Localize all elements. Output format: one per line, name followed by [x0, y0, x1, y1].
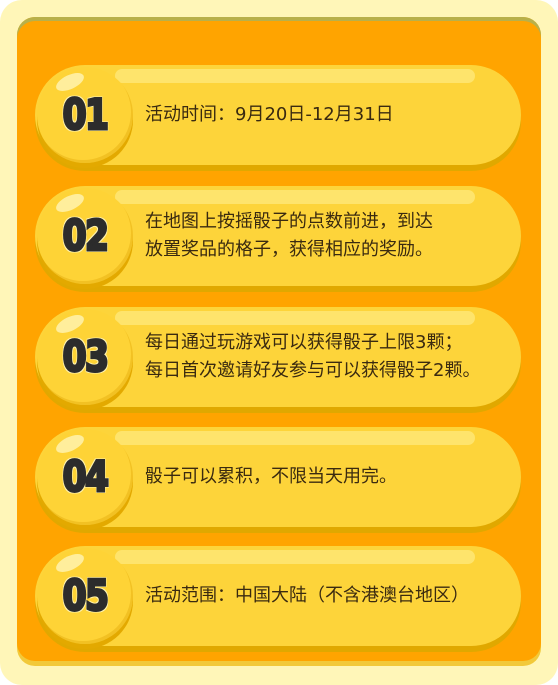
rule-text-line: 活动时间：9月20日-12月31日	[145, 104, 394, 125]
rule-number-badge: 02	[37, 188, 133, 284]
rule-number: 05	[61, 570, 110, 622]
rule-text: 每日通过玩游戏可以获得骰子上限3颗； 每日首次邀请好友参与可以获得骰子2颗。	[145, 307, 515, 407]
rule-item-03: 03 每日通过玩游戏可以获得骰子上限3颗； 每日首次邀请好友参与可以获得骰子2颗…	[35, 307, 521, 411]
rule-number: 04	[61, 451, 110, 503]
rule-item-02: 02 在地图上按摇骰子的点数前进，到达 放置奖品的格子，获得相应的奖励。	[35, 186, 521, 290]
rule-item-05: 05 活动范围：中国大陆（不含港澳台地区）	[35, 546, 521, 650]
rule-text-line: 活动范围：中国大陆（不含港澳台地区）	[145, 585, 469, 606]
rule-number: 01	[61, 89, 110, 141]
rule-number: 02	[61, 210, 110, 262]
rule-text: 骰子可以累积，不限当天用完。	[145, 427, 515, 527]
rule-text-line: 在地图上按摇骰子的点数前进，到达	[145, 211, 433, 232]
rule-text-line: 每日通过玩游戏可以获得骰子上限3颗；	[145, 332, 463, 353]
rule-text-line: 骰子可以累积，不限当天用完。	[145, 466, 397, 487]
rule-text-line: 每日首次邀请好友参与可以获得骰子2颗。	[145, 360, 481, 381]
rule-text: 活动时间：9月20日-12月31日	[145, 65, 515, 165]
rule-number-badge: 03	[37, 309, 133, 405]
rule-text: 活动范围：中国大陆（不含港澳台地区）	[145, 546, 515, 646]
rule-number-badge: 01	[37, 67, 133, 163]
rule-number-badge: 05	[37, 548, 133, 644]
rule-number: 03	[61, 331, 110, 383]
rule-text-line: 放置奖品的格子，获得相应的奖励。	[145, 239, 433, 260]
rule-item-01: 01 活动时间：9月20日-12月31日	[35, 65, 521, 169]
rule-item-04: 04 骰子可以累积，不限当天用完。	[35, 427, 521, 531]
rules-panel-frame: 01 活动时间：9月20日-12月31日 02 在地图上按摇骰子的点数前进，到达…	[0, 0, 558, 685]
rule-text: 在地图上按摇骰子的点数前进，到达 放置奖品的格子，获得相应的奖励。	[145, 186, 515, 286]
rule-number-badge: 04	[37, 429, 133, 525]
